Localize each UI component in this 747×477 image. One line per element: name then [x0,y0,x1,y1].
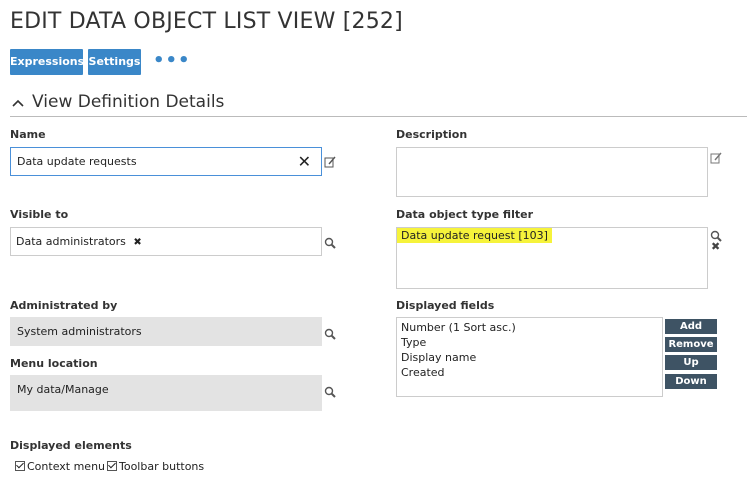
name-input[interactable]: Data update requests ✕ [10,147,322,176]
section-header[interactable]: View Definition Details [12,92,224,112]
description-input[interactable] [396,147,708,197]
page-title: EDIT DATA OBJECT LIST VIEW [252] [10,9,403,34]
toolbar-buttons-label: Toolbar buttons [119,460,205,473]
administrated-by-label: Administrated by [10,299,118,312]
section-title: View Definition Details [32,92,225,112]
administrated-by-value: System administrators [17,325,142,338]
chevron-up-icon [12,92,24,112]
list-item[interactable]: Type [401,336,426,349]
visible-to-field[interactable]: Data administrators ✖ [10,227,322,256]
displayed-fields-label: Displayed fields [396,299,495,312]
search-icon[interactable] [324,383,336,402]
move-down-button[interactable]: Down [665,374,717,389]
settings-button[interactable]: Settings [88,49,141,75]
description-label: Description [396,128,468,141]
add-field-button[interactable]: Add [665,319,717,334]
menu-location-label: Menu location [10,357,98,370]
search-icon[interactable] [324,325,336,344]
context-menu-label: Context menu [27,460,106,473]
name-value: Data update requests [17,155,137,168]
context-menu-option[interactable]: Context menu [15,460,105,473]
list-item[interactable]: Created [401,366,445,379]
edit-description-icon[interactable] [710,149,722,168]
remove-field-button[interactable]: Remove [665,337,717,352]
name-label: Name [10,128,46,141]
visible-to-label: Visible to [10,208,69,221]
administrated-by-field: System administrators [10,317,322,346]
remove-tag-icon[interactable]: ✖ [133,237,141,248]
more-options-button[interactable]: ••• [153,50,191,71]
toolbar-buttons-option[interactable]: Toolbar buttons [107,460,204,473]
type-filter-tag: Data update request [103] [397,228,552,243]
section-divider [10,116,747,117]
displayed-fields-list[interactable]: Number (1 Sort asc.) Type Display name C… [396,317,663,397]
context-menu-checkbox[interactable] [15,461,25,471]
search-icon[interactable] [324,234,336,253]
visible-to-tag: Data administrators [16,235,126,248]
type-filter-field[interactable]: Data update request [103] [396,227,708,289]
edit-name-icon[interactable] [324,153,336,172]
toolbar-buttons-checkbox[interactable] [107,461,117,471]
menu-location-value: My data/Manage [17,383,109,396]
expressions-button[interactable]: Expressions [10,49,84,75]
type-filter-label: Data object type filter [396,208,533,221]
clear-filter-icon[interactable]: ✖ [711,241,720,253]
clear-icon[interactable]: ✕ [298,154,311,170]
list-item[interactable]: Display name [401,351,476,364]
displayed-elements-label: Displayed elements [10,439,132,452]
move-up-button[interactable]: Up [665,355,717,370]
menu-location-field: My data/Manage [10,375,322,411]
list-item[interactable]: Number (1 Sort asc.) [401,321,516,334]
